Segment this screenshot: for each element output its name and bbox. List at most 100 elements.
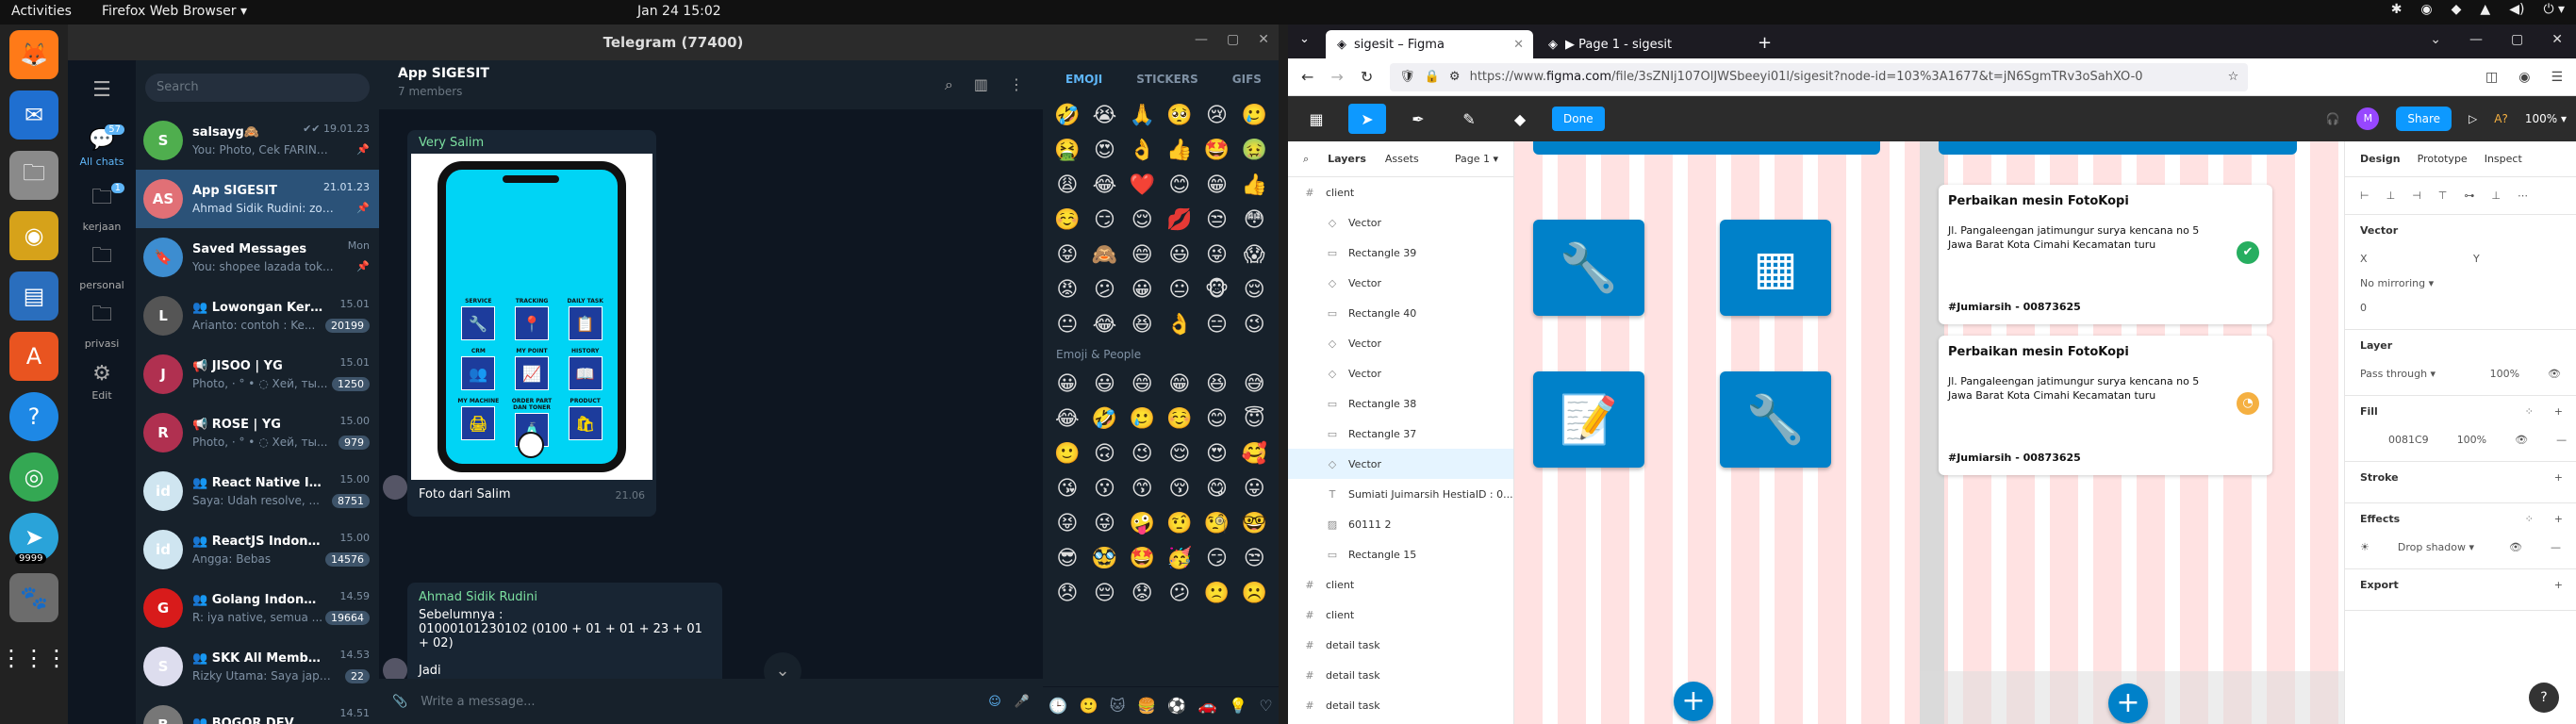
emoji-item[interactable]: 😎 <box>1049 547 1086 570</box>
task-card[interactable]: Perbaikan mesin FotoKopi Jl. Pangaleenga… <box>1939 185 2272 324</box>
emoji-icon[interactable]: ☺ <box>988 695 1001 709</box>
emoji-item[interactable]: 🤩 <box>1123 547 1161 570</box>
photo-attachment[interactable]: SERVICE 🔧 TRACKING 📍 DAILY TASK 📋 CRM 👥 MY POINT… <box>411 154 652 480</box>
emoji-item[interactable]: 😁 <box>1198 173 1236 197</box>
emoji-item[interactable]: 😏 <box>1086 208 1124 232</box>
emoji-item[interactable]: 🙁 <box>1198 582 1236 605</box>
message-sender[interactable]: Ahmad Sidik Rudini <box>419 590 711 608</box>
user-avatar[interactable]: M <box>2356 107 2380 130</box>
volume-icon[interactable]: ◀) <box>2509 2 2524 17</box>
menu-icon[interactable]: ☰ <box>2551 70 2563 85</box>
layer-row[interactable]: ◇ Vector <box>1288 207 1513 238</box>
emoji-item[interactable]: 😃 <box>1161 243 1198 267</box>
layer-row[interactable]: ◇ Vector <box>1288 328 1513 358</box>
emoji-item[interactable]: 😒 <box>1198 208 1236 232</box>
close-tab-icon[interactable]: ✕ <box>1513 38 1524 52</box>
wifi-icon[interactable]: ▲ <box>2480 2 2490 17</box>
layer-row[interactable]: # detail task <box>1288 660 1513 690</box>
emoji-item[interactable]: 🙃 <box>1086 442 1124 466</box>
chat-list-item[interactable]: R 📢 ROSÉ | YG Photo, · ° • ◌ Хей, ты... 15.… <box>136 403 379 462</box>
reload-icon[interactable]: ↻ <box>1361 68 1373 86</box>
tab-sigesit-figma[interactable]: ◈ sigesit – Figma ✕ <box>1326 30 1533 58</box>
layer-row[interactable]: # client <box>1288 569 1513 600</box>
account-icon[interactable]: ◉ <box>2518 70 2530 85</box>
emoji-item[interactable]: 🐵 <box>1198 278 1236 302</box>
software-icon[interactable]: A <box>9 332 58 381</box>
frame-detail-task[interactable]: Perbaikan mesin FotoKopi Jl. Pangaleenga… <box>1920 141 2344 724</box>
telegram-icon[interactable]: ➤ 9999 <box>9 513 58 564</box>
figma-canvas[interactable]: 🔧 ▦ 📝 🔧 + Perbaikan mesin FotoKopi Jl. P… <box>1514 141 2344 724</box>
emoji-item[interactable]: 😜 <box>1198 243 1236 267</box>
folder-kerjaan[interactable]: 🗀 kerjaan 1 <box>68 177 136 236</box>
shield-icon[interactable]: 🛡 <box>1399 70 1415 84</box>
emoji-item[interactable]: 😏 <box>1198 547 1236 570</box>
emoji-item[interactable]: 😉 <box>1235 313 1273 337</box>
emoji-category-icon[interactable]: ⚽ <box>1167 697 1186 715</box>
fill-hex-input[interactable]: 0081C9 <box>2388 434 2429 446</box>
layer-row[interactable]: # detail task <box>1288 630 1513 660</box>
folder-edit[interactable]: ⚙ Edit <box>68 353 136 411</box>
maximize-icon[interactable]: ▢ <box>2511 32 2523 47</box>
emoji-category-icon[interactable]: 🐱 <box>1110 697 1126 715</box>
emoji-item[interactable]: 👌 <box>1161 313 1198 337</box>
emoji-item[interactable]: 🤢 <box>1235 139 1273 162</box>
blend-mode-dropdown[interactable]: Pass through ▾ <box>2360 368 2462 380</box>
pocket-icon[interactable]: ◫ <box>2485 70 2498 85</box>
fill-opacity-input[interactable]: 100% <box>2457 434 2486 446</box>
emoji-item[interactable]: 🙈 <box>1086 243 1124 267</box>
eye-icon[interactable]: 👁 <box>2509 541 2522 553</box>
forward-icon[interactable]: → <box>1330 68 1343 86</box>
permissions-icon[interactable]: ⚙ <box>1449 70 1461 84</box>
layer-row[interactable]: ▨ 60111 2 <box>1288 509 1513 539</box>
folder-privasi[interactable]: 🗀 privasi <box>68 294 136 353</box>
emoji-item[interactable]: 🤓 <box>1235 512 1273 535</box>
lock-icon[interactable]: 🔒 <box>1425 70 1440 84</box>
network-icon[interactable]: ◆ <box>2452 2 2462 17</box>
header-bar[interactable] <box>1939 141 2297 155</box>
emoji-item[interactable]: 😄 <box>1123 372 1161 396</box>
emoji-item[interactable]: 😙 <box>1123 477 1161 501</box>
headphones-icon[interactable]: 🎧 <box>2325 112 2339 125</box>
add-export-icon[interactable]: + <box>2554 579 2563 591</box>
chat-list-item[interactable]: Ssalsayg🙈 You: Photo, Cek FARINA ... ✔✔ 19… <box>136 111 379 170</box>
minimize-icon[interactable]: — <box>1195 32 1208 47</box>
firefox-icon[interactable]: 🦊 <box>9 30 58 79</box>
emoji-item[interactable]: 😌 <box>1161 442 1198 466</box>
opacity-input[interactable]: 100% <box>2490 368 2519 380</box>
emoji-item[interactable]: 😒 <box>1235 547 1273 570</box>
chat-list-item[interactable]: id 👥 ReactJS Indonesia Angga: Bebas 15.00 14… <box>136 520 379 579</box>
emoji-item[interactable]: 😚 <box>1161 477 1198 501</box>
style-grid-icon[interactable]: ⁘ <box>2525 513 2534 525</box>
emoji-item[interactable]: 😡 <box>1049 278 1086 302</box>
emoji-item[interactable]: ☺️ <box>1049 208 1086 232</box>
record-icon[interactable]: ◉ <box>2420 2 2432 17</box>
tab-prototype[interactable]: Prototype <box>2418 153 2468 165</box>
emoji-item[interactable]: 😜 <box>1086 512 1124 535</box>
emoji-item[interactable]: 🤨 <box>1161 512 1198 535</box>
emoji-item[interactable]: 😂 <box>1086 173 1124 197</box>
add-button[interactable]: + <box>1674 682 1713 721</box>
emoji-item[interactable]: 🥲 <box>1123 407 1161 431</box>
emoji-item[interactable]: 😛 <box>1235 477 1273 501</box>
emoji-item[interactable]: 🙏 <box>1123 104 1161 127</box>
minimize-icon[interactable]: — <box>2469 32 2483 47</box>
thunderbird-icon[interactable]: ✉ <box>9 90 58 140</box>
tab-inspect[interactable]: Inspect <box>2485 153 2522 165</box>
message-sender[interactable]: Very Salim <box>411 134 652 154</box>
emoji-item[interactable]: 😞 <box>1049 582 1086 605</box>
eye-icon[interactable]: 👁 <box>2548 368 2561 380</box>
emoji-item[interactable]: 😂 <box>1086 313 1124 337</box>
effect-type-dropdown[interactable]: Drop shadow ▾ <box>2398 541 2481 553</box>
task-card[interactable]: Perbaikan mesin FotoKopi Jl. Pangaleenga… <box>1939 336 2272 475</box>
zoom-dropdown[interactable]: 100% ▾ <box>2525 112 2567 125</box>
clock[interactable]: Jan 24 15:02 <box>637 4 721 19</box>
layer-row[interactable]: ◇ Vector <box>1288 358 1513 388</box>
emoji-item[interactable]: 🧐 <box>1198 512 1236 535</box>
tab-page1-sigesit[interactable]: ◈ ▶ Page 1 - sigesit <box>1537 30 1744 58</box>
emoji-category-icon[interactable]: 🙂 <box>1080 697 1098 715</box>
remove-fill-icon[interactable]: — <box>2556 434 2567 446</box>
add-effect-icon[interactable]: + <box>2554 513 2563 525</box>
chat-list-item[interactable]: 🔖 Saved Messages You: shopee lazada tok...… <box>136 228 379 287</box>
align-bottom-icon[interactable]: ⊥ <box>2491 189 2501 202</box>
avatar[interactable] <box>383 475 407 500</box>
